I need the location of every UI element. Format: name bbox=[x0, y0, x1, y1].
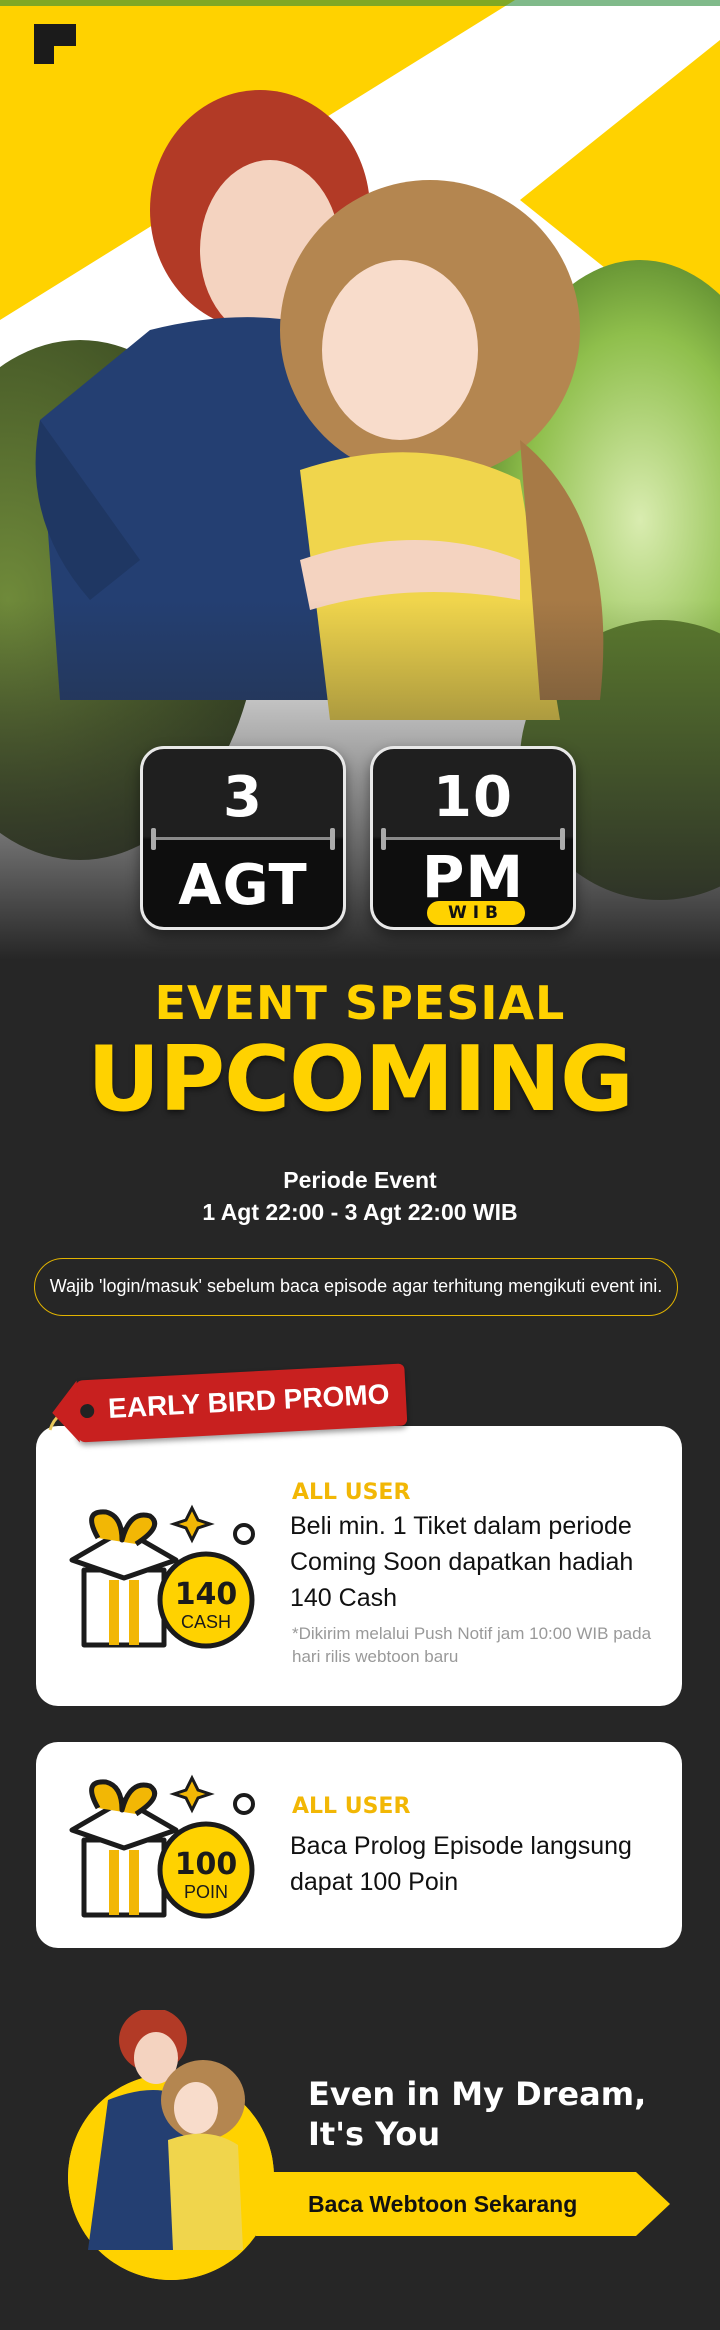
gift-box-icon: 140 CASH bbox=[69, 1504, 255, 1649]
early-bird-label: EARLY BIRD PROMO bbox=[107, 1378, 391, 1424]
tile-divider bbox=[381, 828, 565, 850]
promo-description: Beli min. 1 Tiket dalam periode Coming S… bbox=[290, 1512, 634, 1612]
hero-banner: 3 AGT 10 PM WIB bbox=[0, 0, 720, 960]
gift-box-icon: 100 POIN bbox=[69, 1774, 255, 1919]
promo-card-cash: 140 CASH ALL USER Beli min. 1 Tiket dala… bbox=[36, 1426, 682, 1706]
webtoon-title-line2: It's You bbox=[308, 2115, 441, 2153]
webtoon-cover-thumbnail[interactable] bbox=[68, 2010, 274, 2280]
read-now-button[interactable]: Baca Webtoon Sekarang bbox=[256, 2172, 670, 2236]
reward-unit: POIN bbox=[184, 1882, 228, 1902]
promo-card-poin: 100 POIN ALL USER Baca Prolog Episode la… bbox=[36, 1742, 682, 1948]
audience-label: ALL USER bbox=[292, 1480, 411, 1505]
login-notice: Wajib 'login/masuk' sebelum baca episode… bbox=[34, 1258, 678, 1316]
period-label: Periode Event bbox=[283, 1167, 437, 1193]
event-headline: UPCOMING bbox=[87, 1027, 634, 1132]
tile-divider bbox=[151, 828, 335, 850]
date-day: 3 bbox=[223, 765, 263, 830]
promo-description: Baca Prolog Episode langsung dapat 100 P… bbox=[290, 1832, 632, 1896]
period-value: 1 Agt 22:00 - 3 Agt 22:00 WIB bbox=[202, 1199, 518, 1225]
app-logo-icon[interactable] bbox=[34, 24, 76, 64]
reward-unit: CASH bbox=[181, 1612, 231, 1632]
time-tile: 10 PM WIB bbox=[370, 746, 576, 930]
reward-amount: 100 bbox=[175, 1847, 238, 1882]
date-month: AGT bbox=[178, 853, 308, 918]
webtoon-title: Even in My Dream, It's You bbox=[308, 2074, 646, 2154]
promo-note: *Dikirim melalui Push Notif jam 10:00 WI… bbox=[292, 1624, 652, 1666]
time-zone-badge: WIB bbox=[427, 901, 525, 925]
read-now-label: Baca Webtoon Sekarang bbox=[308, 2191, 578, 2217]
reward-amount: 140 bbox=[175, 1577, 238, 1612]
event-period: Periode Event 1 Agt 22:00 - 3 Agt 22:00 … bbox=[0, 1164, 720, 1228]
date-tile: 3 AGT bbox=[140, 746, 346, 930]
hero-illustration bbox=[0, 0, 720, 960]
event-page: 3 AGT 10 PM WIB EVENT SPESIAL UPCOMING P… bbox=[0, 0, 720, 2330]
audience-label: ALL USER bbox=[292, 1794, 411, 1819]
webtoon-title-line1: Even in My Dream, bbox=[308, 2075, 647, 2113]
time-hour: 10 bbox=[433, 765, 513, 830]
event-title: EVENT SPESIAL bbox=[154, 976, 566, 1030]
